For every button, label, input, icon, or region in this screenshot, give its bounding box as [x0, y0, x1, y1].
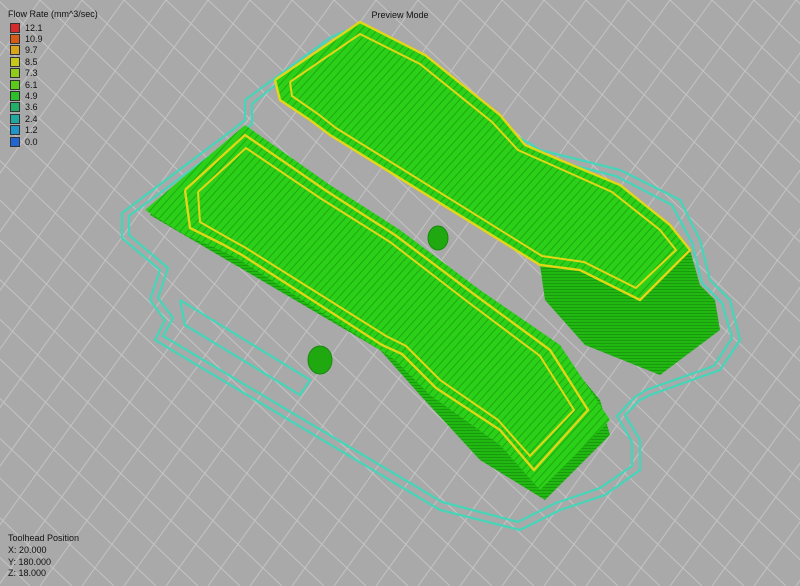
- legend-swatch: [10, 22, 20, 33]
- legend-swatch: [10, 68, 20, 79]
- legend-entry: 7.3: [8, 68, 98, 79]
- legend-entry: 12.1: [8, 22, 98, 33]
- legend-value: 4.9: [25, 91, 38, 102]
- legend-swatch: [10, 102, 20, 113]
- legend-entry: 8.5: [8, 56, 98, 67]
- legend-title: Flow Rate (mm^3/sec): [8, 9, 98, 19]
- legend-swatch: [10, 45, 20, 56]
- legend-swatch: [10, 56, 20, 67]
- toolhead-x: X: 20.000: [8, 544, 47, 555]
- flow-rate-legend: Flow Rate (mm^3/sec) 12.1 10.9 9.7 8.5 7.3 6.…: [8, 9, 98, 147]
- legend-swatch: [10, 34, 20, 45]
- legend-value: 0.0: [25, 136, 38, 147]
- legend-entry: 9.7: [8, 45, 98, 56]
- legend-value: 7.3: [25, 68, 38, 79]
- legend-swatch: [10, 79, 20, 90]
- legend-value: 9.7: [25, 45, 38, 56]
- legend-entry: 10.9: [8, 33, 98, 45]
- 3d-preview-viewport[interactable]: [0, 0, 800, 586]
- toolhead-title: Toolhead Position: [8, 533, 80, 543]
- legend-swatch: [10, 125, 20, 136]
- legend-value: 1.2: [25, 125, 38, 136]
- legend-entry: 0.0: [8, 136, 98, 147]
- legend-value: 12.1: [25, 22, 43, 33]
- view-mode-label: Preview Mode: [371, 10, 429, 20]
- toolhead-y: Y: 180.000: [8, 556, 52, 567]
- legend-swatch: [10, 91, 20, 102]
- legend-entry: 4.9: [8, 90, 98, 102]
- legend-value: 6.1: [25, 79, 38, 90]
- legend-entry: 3.6: [8, 102, 98, 113]
- legend-entry: 2.4: [8, 113, 98, 124]
- legend-value: 2.4: [25, 113, 38, 124]
- legend-value: 3.6: [25, 102, 38, 113]
- toolhead-position-panel: Toolhead Position X: 20.000 Y: 180.000 Z…: [8, 533, 79, 580]
- legend-entry: 1.2: [8, 125, 98, 136]
- legend-entry: 6.1: [8, 79, 98, 90]
- legend-value: 10.9: [25, 34, 43, 45]
- toolhead-z: Z: 18.000: [8, 568, 47, 579]
- legend-swatch: [10, 113, 20, 124]
- legend-value: 8.5: [25, 56, 38, 67]
- legend-swatch: [10, 136, 20, 147]
